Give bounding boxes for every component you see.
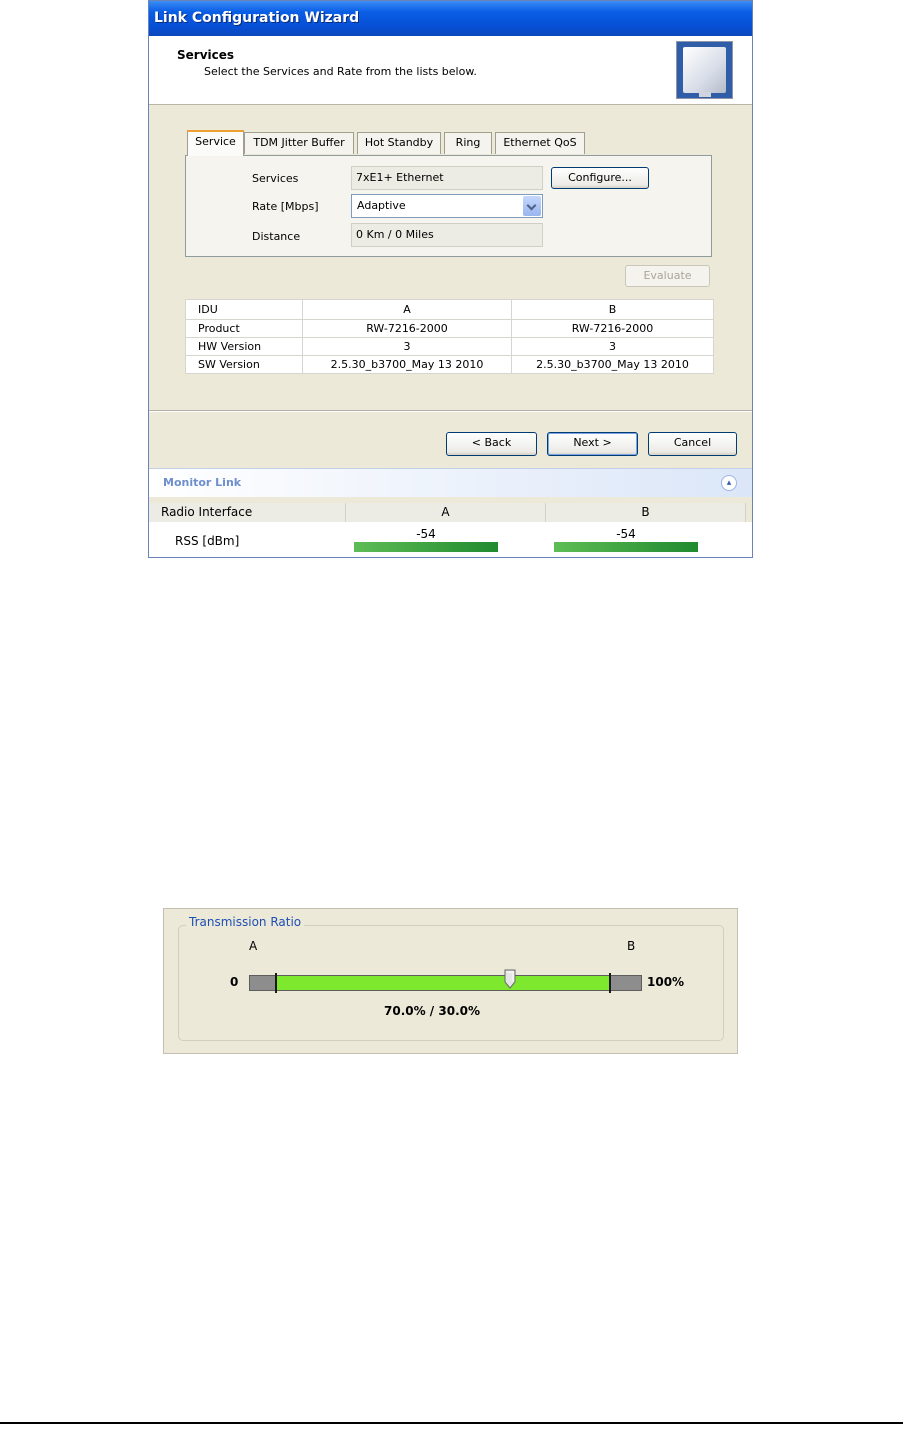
ratio-min-label: 0 [230, 975, 239, 989]
link-configuration-wizard: Link Configuration Wizard Services Selec… [148, 0, 753, 558]
back-button[interactable]: < Back [446, 432, 537, 456]
cell-b: 3 [511, 337, 714, 356]
ratio-max-label: 100% [647, 975, 685, 989]
tab-hot-standby[interactable]: Hot Standby [357, 132, 441, 154]
next-button[interactable]: Next > [547, 432, 638, 456]
monitor-link-header[interactable]: Monitor Link ▴ [149, 468, 752, 497]
distance-label: Distance [252, 230, 301, 243]
ratio-slider-thumb[interactable] [504, 969, 516, 989]
chevron-down-icon[interactable] [523, 196, 541, 216]
window-title: Link Configuration Wizard [154, 10, 360, 26]
slider-right-limit [609, 973, 611, 993]
ratio-slider-track[interactable] [249, 975, 642, 991]
table-row: Product RW-7216-2000 RW-7216-2000 [185, 319, 714, 338]
tab-service[interactable]: Service [187, 130, 244, 156]
site-a-label: A [249, 939, 258, 953]
table-row: SW Version 2.5.30_b3700_May 13 2010 2.5.… [185, 355, 714, 374]
rss-bar-a [354, 542, 498, 552]
idu-table: IDU A B Product RW-7216-2000 RW-7216-200… [185, 299, 714, 374]
cell-a: 2.5.30_b3700_May 13 2010 [302, 355, 512, 374]
table-row: HW Version 3 3 [185, 337, 714, 356]
rate-label: Rate [Mbps] [252, 200, 319, 213]
radio-interface-header: Radio Interface [149, 503, 346, 522]
column-header-a: A [302, 299, 512, 320]
rss-row: RSS [dBm] -54 -54 [149, 522, 752, 557]
ratio-slider-fill [277, 976, 611, 990]
cancel-button[interactable]: Cancel [648, 432, 737, 456]
column-header-a: A [346, 503, 546, 522]
ratio-value-text: 70.0% / 30.0% [384, 1004, 480, 1018]
tab-ethernet-qos[interactable]: Ethernet QoS [495, 132, 585, 154]
wizard-header: Services Select the Services and Rate fr… [149, 36, 752, 105]
column-header-b: B [546, 503, 746, 522]
rate-select-value: Adaptive [357, 199, 406, 212]
rate-select[interactable]: Adaptive [351, 194, 543, 218]
collapse-icon[interactable]: ▴ [721, 475, 737, 491]
slider-left-limit [275, 973, 277, 993]
evaluate-button[interactable]: Evaluate [625, 265, 710, 287]
services-label: Services [252, 172, 299, 185]
divider [149, 410, 752, 412]
table-header-row: IDU A B [185, 299, 714, 320]
rss-bar-b [554, 542, 698, 552]
rss-label: RSS [dBm] [175, 534, 240, 548]
cell-b: RW-7216-2000 [511, 319, 714, 338]
transmission-ratio-panel: Transmission Ratio A B 0 100% 70.0% / 30… [163, 908, 738, 1054]
column-header-b: B [511, 299, 714, 320]
configure-button[interactable]: Configure... [551, 167, 649, 189]
cell-a: 3 [302, 337, 512, 356]
monitor-link-title: Monitor Link [163, 476, 242, 489]
tab-ring[interactable]: Ring [444, 132, 492, 154]
page-footer-rule [0, 1422, 903, 1424]
row-label: SW Version [185, 355, 303, 374]
title-bar[interactable]: Link Configuration Wizard [149, 1, 752, 36]
site-b-label: B [627, 939, 636, 953]
rss-value-a: -54 [416, 527, 436, 541]
transmission-ratio-title: Transmission Ratio [186, 915, 305, 929]
cell-a: RW-7216-2000 [302, 319, 512, 338]
page-title: Services [177, 48, 235, 62]
page-subtitle: Select the Services and Rate from the li… [204, 65, 477, 78]
distance-field: 0 Km / 0 Miles [351, 223, 543, 247]
column-header-idu: IDU [185, 299, 303, 320]
services-field: 7xE1+ Ethernet [351, 166, 543, 190]
tab-tdm-jitter-buffer[interactable]: TDM Jitter Buffer [244, 132, 354, 154]
row-label: HW Version [185, 337, 303, 356]
rss-value-b: -54 [616, 527, 636, 541]
radio-device-icon [676, 41, 733, 99]
cell-b: 2.5.30_b3700_May 13 2010 [511, 355, 714, 374]
row-label: Product [185, 319, 303, 338]
